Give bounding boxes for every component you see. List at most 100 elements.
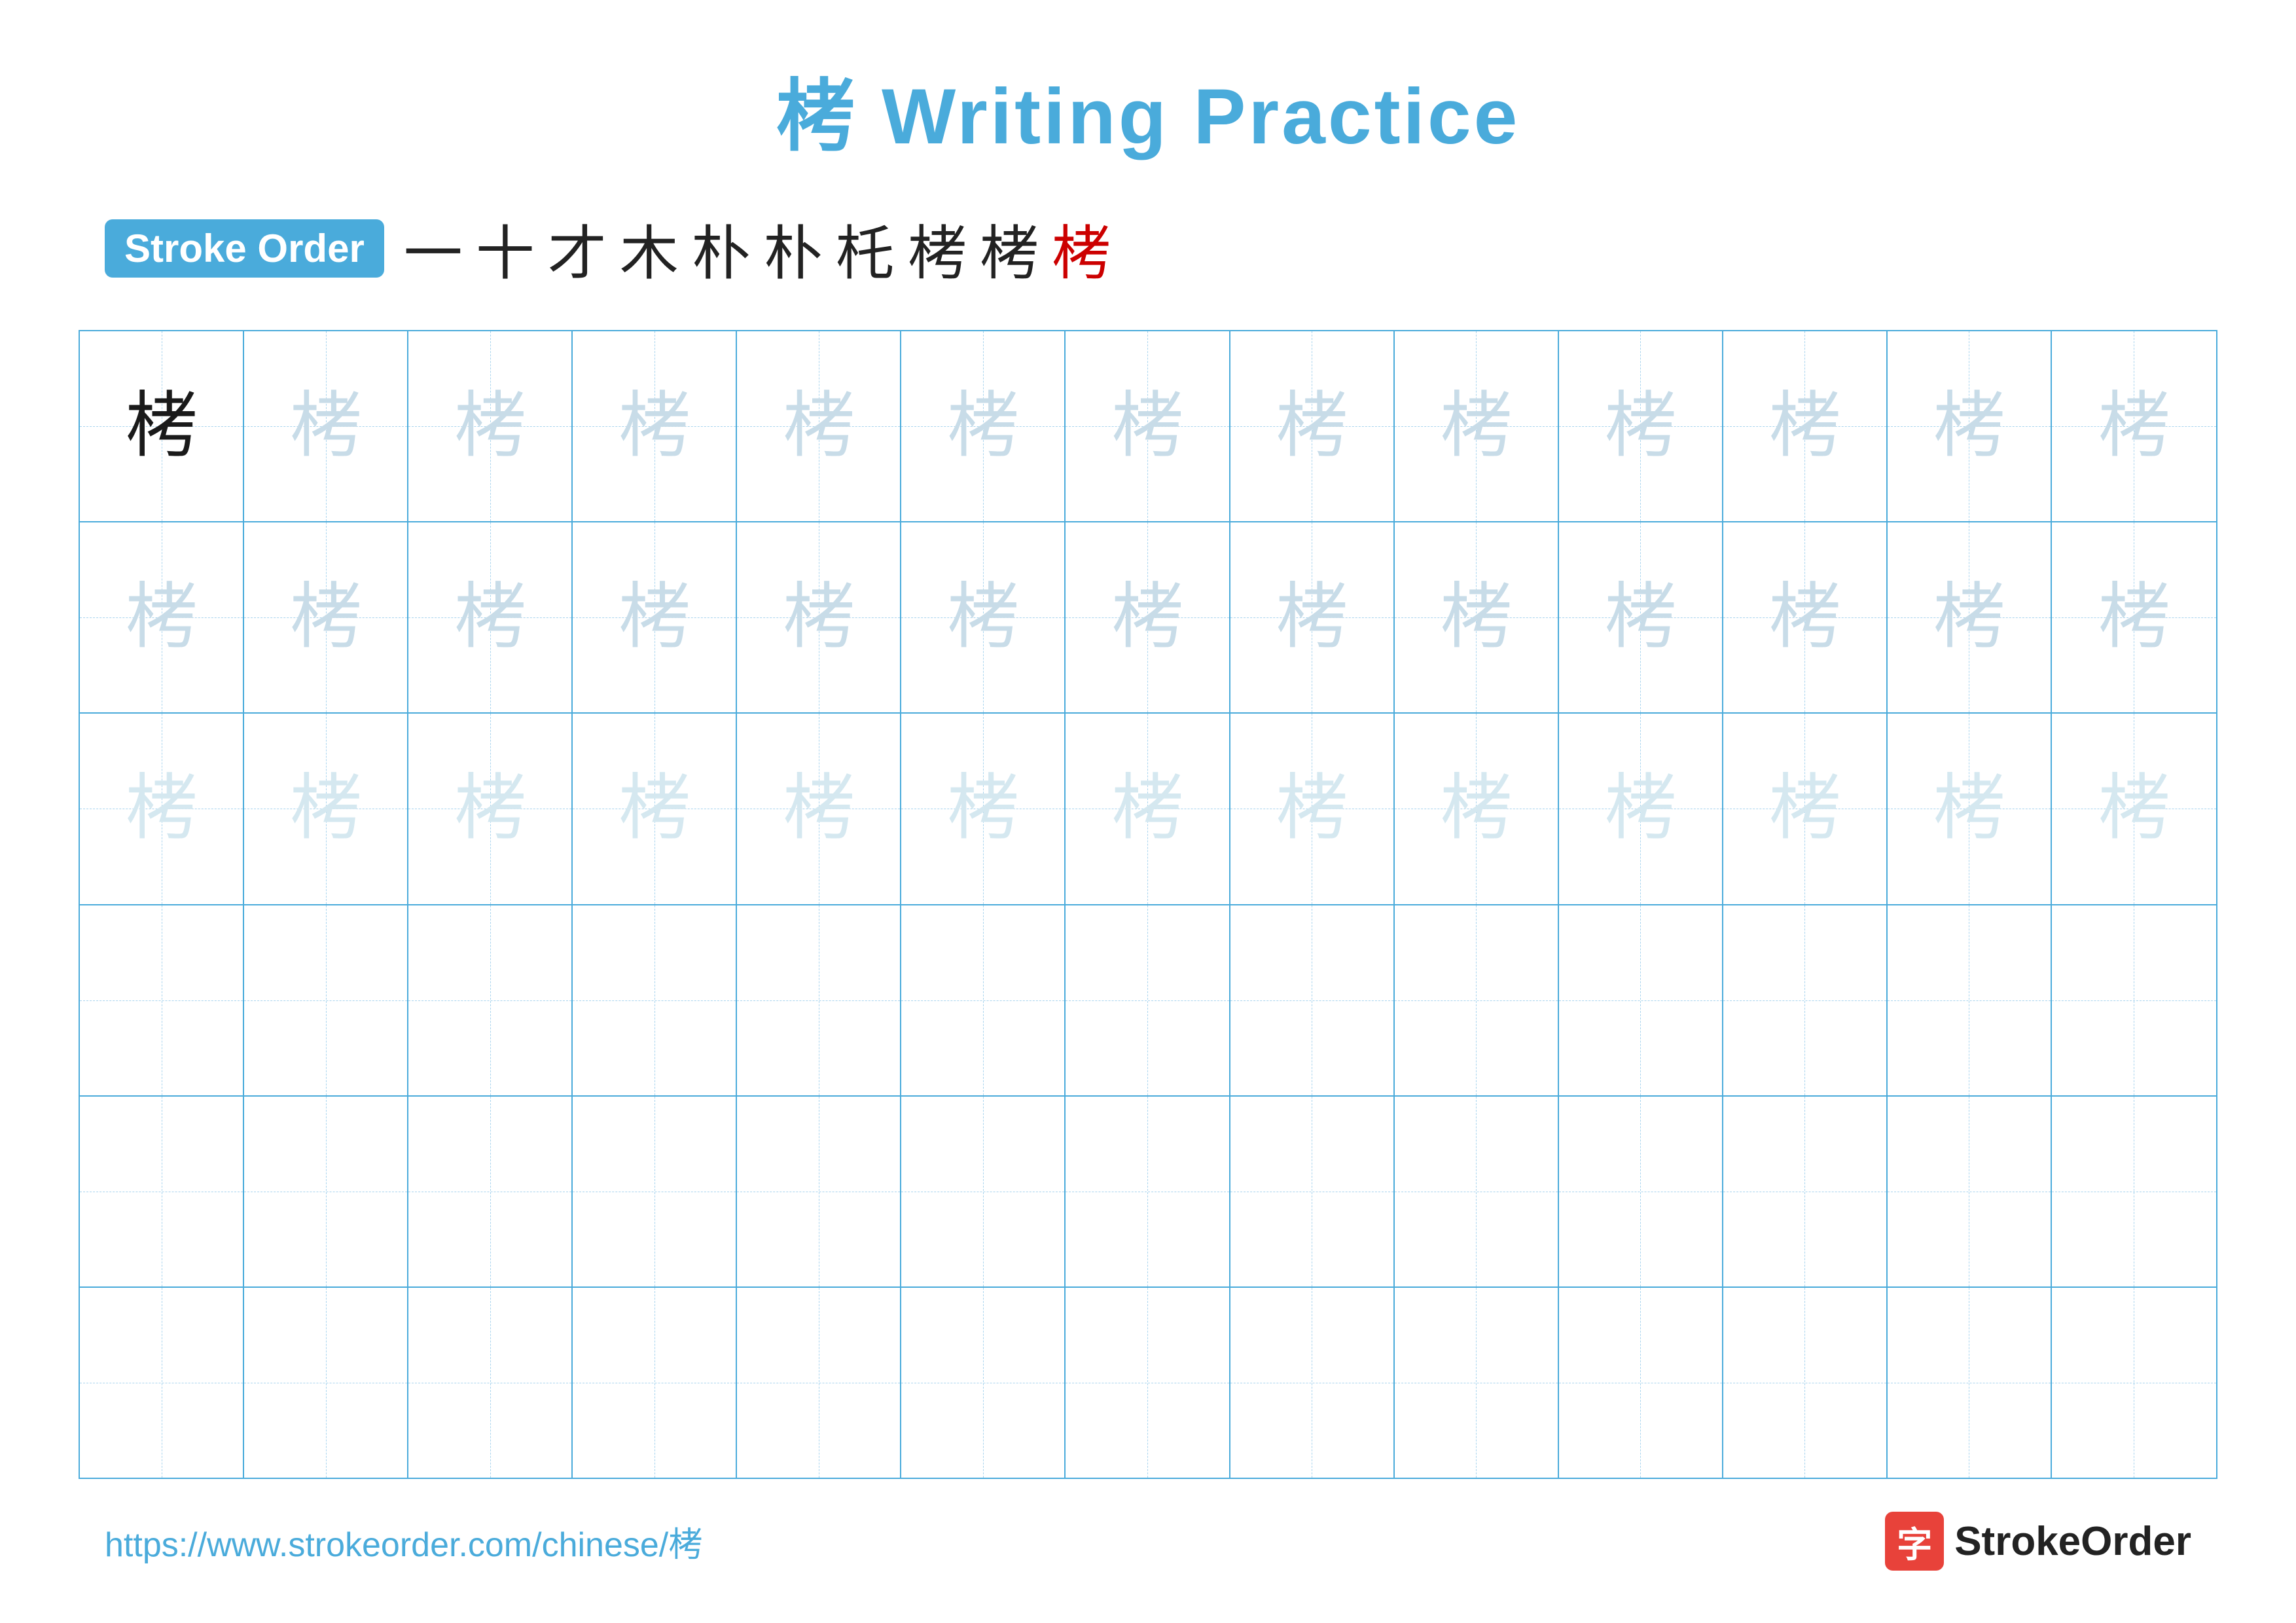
grid-cell[interactable]: 栲 [1559,522,1723,712]
grid-cell[interactable]: 栲 [80,331,244,521]
grid-cell[interactable] [901,1288,1066,1478]
grid-cell[interactable]: 栲 [2052,714,2216,903]
grid-cell[interactable]: 栲 [80,714,244,903]
practice-char: 栲 [1768,390,1840,462]
grid-cell[interactable]: 栲 [408,331,573,521]
practice-char: 栲 [1768,773,1840,845]
grid-cell[interactable] [2052,1288,2216,1478]
grid-cell[interactable] [80,905,244,1095]
grid-cell[interactable]: 栲 [2052,522,2216,712]
grid-cell[interactable]: 栲 [737,331,901,521]
grid-cell[interactable]: 栲 [1559,331,1723,521]
grid-cell[interactable] [1395,905,1559,1095]
grid-cell[interactable]: 栲 [573,714,737,903]
grid-cell[interactable]: 栲 [1888,522,2052,712]
grid-cell[interactable] [1395,1288,1559,1478]
grid-cell[interactable] [1723,1288,1888,1478]
practice-char: 栲 [1440,581,1512,653]
grid-cell[interactable]: 栲 [1888,331,2052,521]
grid-cell[interactable]: 栲 [1888,714,2052,903]
stroke-step-10: 栲 [1052,206,1111,291]
practice-char: 栲 [1933,773,2005,845]
stroke-step-6: 朴 [764,206,823,291]
grid-cell[interactable] [2052,1097,2216,1286]
practice-char: 栲 [1933,581,2005,653]
grid-cell[interactable] [737,1097,901,1286]
practice-char: 栲 [783,773,855,845]
grid-cell[interactable]: 栲 [1395,714,1559,903]
grid-cell[interactable] [1066,1097,1230,1286]
grid-cell[interactable]: 栲 [901,331,1066,521]
page-title: 栲 Writing Practice [776,52,1520,166]
grid-cell[interactable]: 栲 [1066,714,1230,903]
grid-cell[interactable]: 栲 [244,714,408,903]
grid-cell[interactable] [244,1288,408,1478]
stroke-step-4: 木 [620,206,679,291]
grid-cell[interactable] [573,1097,737,1286]
grid-cell[interactable] [1230,1097,1395,1286]
grid-cell[interactable] [408,1097,573,1286]
grid-row-4 [80,905,2216,1097]
grid-cell[interactable] [1066,1288,1230,1478]
grid-cell[interactable]: 栲 [1723,714,1888,903]
practice-char: 栲 [947,390,1019,462]
grid-cell[interactable]: 栲 [737,714,901,903]
grid-cell[interactable] [80,1288,244,1478]
grid-cell[interactable]: 栲 [1723,331,1888,521]
grid-cell[interactable] [408,1288,573,1478]
grid-cell[interactable] [1559,1288,1723,1478]
grid-cell[interactable]: 栲 [1395,331,1559,521]
grid-cell[interactable]: 栲 [573,331,737,521]
grid-cell[interactable]: 栲 [901,522,1066,712]
grid-cell[interactable] [1066,905,1230,1095]
grid-cell[interactable] [573,905,737,1095]
practice-char: 栲 [454,773,526,845]
grid-cell[interactable]: 栲 [408,522,573,712]
stroke-step-8: 栲 [908,206,967,291]
grid-cell[interactable]: 栲 [80,522,244,712]
grid-cell[interactable] [1888,905,2052,1095]
grid-cell[interactable] [2052,905,2216,1095]
grid-cell[interactable] [244,905,408,1095]
grid-cell[interactable] [1559,905,1723,1095]
grid-cell[interactable] [408,905,573,1095]
grid-cell[interactable] [1230,905,1395,1095]
grid-cell[interactable]: 栲 [1230,714,1395,903]
grid-cell[interactable] [737,1288,901,1478]
grid-cell[interactable] [573,1288,737,1478]
grid-cell[interactable] [1888,1097,2052,1286]
grid-cell[interactable] [737,905,901,1095]
grid-cell[interactable]: 栲 [1230,331,1395,521]
grid-cell[interactable] [1723,905,1888,1095]
grid-cell[interactable] [244,1097,408,1286]
grid-cell[interactable]: 栲 [573,522,737,712]
grid-cell[interactable]: 栲 [1723,522,1888,712]
grid-cell[interactable]: 栲 [1559,714,1723,903]
grid-cell[interactable]: 栲 [244,331,408,521]
grid-cell[interactable]: 栲 [901,714,1066,903]
grid-cell[interactable]: 栲 [1066,522,1230,712]
grid-cell[interactable]: 栲 [1066,331,1230,521]
stroke-step-7: 杔 [836,206,895,291]
grid-cell[interactable] [901,1097,1066,1286]
grid-cell[interactable] [1559,1097,1723,1286]
practice-char: 栲 [1276,390,1348,462]
practice-char: 栲 [454,581,526,653]
grid-cell[interactable] [1723,1097,1888,1286]
grid-cell[interactable]: 栲 [1230,522,1395,712]
footer-url[interactable]: https://www.strokeorder.com/chinese/栲 [105,1517,702,1566]
footer-logo: 字 StrokeOrder [1885,1512,2191,1571]
grid-cell[interactable] [80,1097,244,1286]
grid-cell[interactable]: 栲 [737,522,901,712]
practice-char: 栲 [1440,390,1512,462]
grid-cell[interactable]: 栲 [244,522,408,712]
grid-cell[interactable] [1395,1097,1559,1286]
grid-cell[interactable] [901,905,1066,1095]
grid-cell[interactable]: 栲 [408,714,573,903]
grid-cell[interactable] [1230,1288,1395,1478]
stroke-step-2: 十 [476,206,535,291]
grid-cell[interactable]: 栲 [2052,331,2216,521]
practice-char: 栲 [1604,390,1676,462]
grid-cell[interactable]: 栲 [1395,522,1559,712]
grid-cell[interactable] [1888,1288,2052,1478]
